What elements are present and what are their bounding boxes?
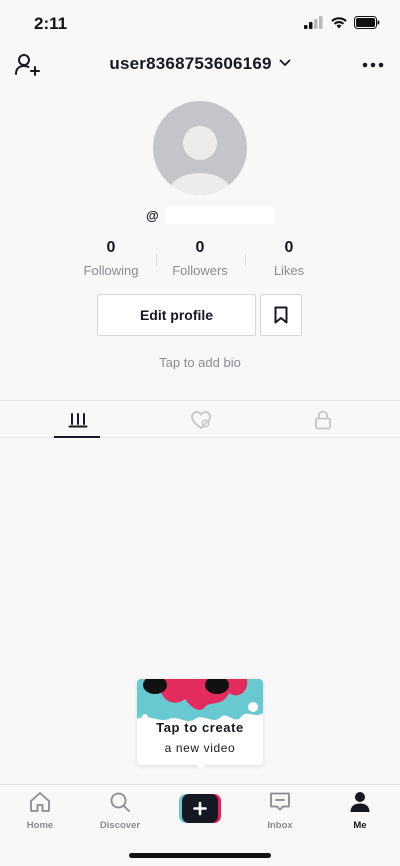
battery-icon [354,16,380,29]
nav-me[interactable]: Me [330,791,390,831]
create-button[interactable] [179,794,221,823]
heart-hidden-icon [190,410,211,429]
wifi-icon [331,17,347,29]
tab-private-videos[interactable] [256,401,389,438]
more-options-button[interactable] [360,52,386,78]
nav-inbox[interactable]: Inbox [250,791,310,831]
profile-stats: 0 Following 0 Followers 0 Likes [0,238,400,282]
create-video-prompt[interactable]: Tap to create a new video [137,679,263,765]
status-bar: 2:11 [0,0,400,48]
status-time: 2:11 [34,14,68,33]
followers-label: Followers [172,263,228,278]
account-switcher[interactable]: user8368753606169 [0,54,400,74]
stat-following[interactable]: 0 Following [66,238,156,278]
create-plus-icon [179,794,221,823]
handle-redacted [164,206,275,224]
video-grid-icon [68,412,87,427]
cellular-signal-icon [304,16,323,29]
top-nav: user8368753606169 [0,48,400,84]
home-icon [30,792,50,812]
nav-home[interactable]: Home [10,791,70,831]
chevron-down-icon [279,59,290,66]
nav-discover-label: Discover [99,820,141,831]
bookmark-icon [274,306,288,324]
page-title: user8368753606169 [109,54,272,73]
edit-profile-button[interactable]: Edit profile [97,294,256,336]
favorites-button[interactable] [260,294,302,336]
active-tab-indicator [54,436,100,438]
status-icons [304,16,380,29]
bio-placeholder[interactable]: Tap to add bio [0,355,400,370]
stat-likes[interactable]: 0 Likes [244,238,334,278]
nav-discover[interactable]: Discover [90,791,150,831]
nav-inbox-label: Inbox [267,820,293,831]
handle-row: @ [146,204,275,226]
following-count: 0 [106,239,116,256]
more-dots-icon [362,62,384,68]
content-tabs [0,400,400,438]
likes-count: 0 [284,239,294,256]
lock-icon [314,410,331,429]
tab-videos[interactable] [11,401,144,438]
default-avatar-icon [167,126,233,195]
stat-followers[interactable]: 0 Followers [155,238,245,278]
nav-home-label: Home [26,820,54,831]
tab-liked-videos[interactable] [134,401,267,438]
likes-label: Likes [273,263,305,278]
avatar[interactable] [153,101,247,195]
profile-icon [350,792,370,812]
home-indicator [129,853,271,858]
inbox-icon [270,792,290,811]
create-prompt-subtitle: a new video [164,741,236,755]
nav-me-label: Me [353,820,367,831]
followers-count: 0 [195,239,205,256]
handle-prefix: @ [146,207,159,223]
search-icon [110,792,130,812]
tooltip-pointer [195,763,207,770]
following-label: Following [83,263,139,278]
create-prompt-title: Tap to create [156,720,244,735]
